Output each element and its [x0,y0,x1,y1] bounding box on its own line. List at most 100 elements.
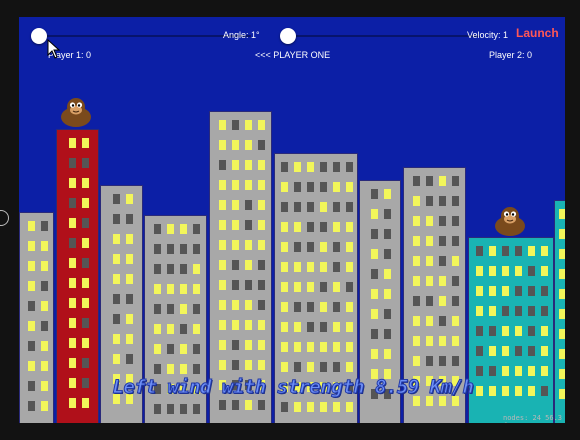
launch-button[interactable]: Launch [516,26,559,40]
building-window [502,266,509,276]
building-window [294,262,301,272]
building-window [68,218,76,228]
building-window [476,346,483,356]
building-window [384,229,391,239]
building-window [81,138,89,148]
building-window [68,198,76,208]
building-window [489,366,496,376]
building-window [166,344,174,354]
building-window [257,340,265,350]
angle-slider[interactable] [31,28,251,44]
building-window [218,260,226,270]
building-window [346,182,353,192]
building-window [231,180,239,190]
building-window [528,286,535,296]
building-window [81,398,89,408]
building-window [528,366,535,376]
building-window [281,402,288,412]
building-window [294,202,301,212]
building-window [307,362,314,372]
building-window [384,189,391,199]
building-window [371,309,378,319]
building-window [192,264,200,274]
building-window [333,402,340,412]
building-window [320,302,327,312]
building-window [68,298,76,308]
building-window [476,326,483,336]
velocity-slider[interactable] [280,28,480,44]
building-window [294,322,301,332]
building-window [192,344,200,354]
building-window [438,196,446,206]
building-window [244,280,252,290]
building-window [27,401,35,411]
building-window [40,241,48,251]
building-window [541,266,548,276]
game-canvas[interactable]: Angle: 1° Velocity: 1 Launch Player 1: 0… [19,17,565,423]
building-window [231,300,239,310]
building-window [192,364,200,374]
building-window [558,309,565,319]
angle-slider-thumb[interactable] [31,28,47,44]
building-window [153,264,161,274]
building-window [231,400,239,410]
building-window [166,244,174,254]
building-window [451,216,459,226]
building-window [346,362,353,372]
building-window [502,386,509,396]
building-window [231,140,239,150]
building-window [244,300,252,310]
wind-indicator: Left wind with strength 8.59 Km/h [112,376,475,399]
building-window [425,256,433,266]
building-window [218,160,226,170]
building-window [320,402,327,412]
building-window [125,214,133,224]
building-window [192,224,200,234]
building-window [438,356,446,366]
building-window [68,338,76,348]
building-window [515,246,522,256]
building-window [257,300,265,310]
building-window [68,158,76,168]
building-window [541,306,548,316]
building-window [515,266,522,276]
building-window [425,296,433,306]
building-window [218,180,226,190]
velocity-slider-thumb[interactable] [280,28,296,44]
building-window [438,276,446,286]
building-window [451,336,459,346]
building-window [320,202,327,212]
building-window [502,326,509,336]
building-window [244,320,252,330]
building-window [40,401,48,411]
building-window [281,222,288,232]
building-window [257,220,265,230]
building-window [558,349,565,359]
building-window [257,260,265,270]
building-window [166,364,174,374]
velocity-slider-track [280,35,480,37]
building-window [27,221,35,231]
building-window [307,322,314,332]
building-window [384,269,391,279]
building-window [68,398,76,408]
building-window [476,266,483,276]
building-window [153,284,161,294]
building-window [371,249,378,259]
building-window [81,158,89,168]
building-window [489,286,496,296]
building-window [558,289,565,299]
building-window [333,182,340,192]
building-window [320,262,327,272]
building-window [179,244,187,254]
building-window [179,324,187,334]
building [554,200,565,423]
building-window [281,182,288,192]
building-window [425,196,433,206]
building-window [68,278,76,288]
building-window [257,360,265,370]
building-window [125,254,133,264]
building-window [476,366,483,376]
building-window [371,269,378,279]
building-window [281,262,288,272]
